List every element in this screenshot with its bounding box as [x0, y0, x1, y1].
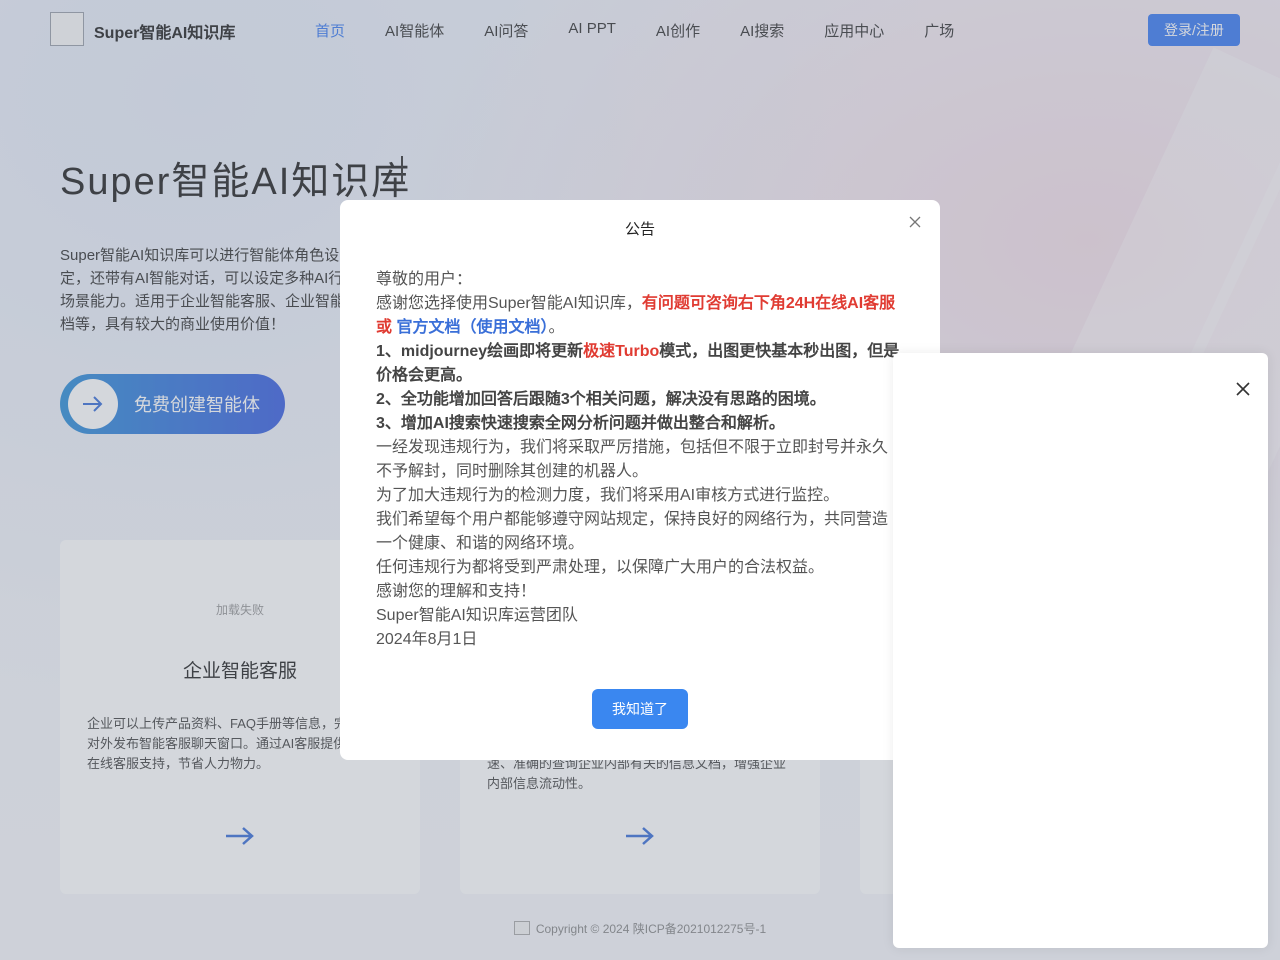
announcement-date: 2024年8月1日 — [376, 631, 478, 648]
line-text: 感谢您选择使用Super智能AI知识库， — [376, 295, 642, 312]
close-icon[interactable] — [1233, 379, 1253, 399]
announcement-modal: 公告 尊敬的用户： 感谢您选择使用Super智能AI知识库，有问题可咨询右下角2… — [340, 200, 940, 760]
update-item-2: 2、全功能增加回答后跟随3个相关问题，解决没有思路的困境。 — [376, 391, 826, 408]
or-text: 或 — [376, 319, 393, 336]
line-end: 。 — [548, 319, 565, 336]
modal-body: 尊敬的用户： 感谢您选择使用Super智能AI知识库，有问题可咨询右下角24H在… — [376, 268, 900, 652]
official-docs-link[interactable]: 官方文档（使用文档） — [396, 319, 548, 336]
chat-side-panel — [893, 353, 1268, 948]
update-item-3: 3、增加AI搜索快速搜索全网分析问题并做出整合和解析。 — [376, 415, 785, 432]
signature: Super智能AI知识库运营团队 — [376, 607, 578, 624]
close-icon[interactable] — [905, 212, 925, 232]
greeting: 尊敬的用户： — [376, 271, 473, 288]
policy-paragraph: 为了加大违规行为的检测力度，我们将采用AI审核方式进行监控。 — [376, 487, 840, 504]
turbo-highlight: 极速Turbo — [583, 343, 660, 360]
thanks-text: 感谢您的理解和支持！ — [376, 583, 537, 600]
announcement-line: 感谢您选择使用Super智能AI知识库，有问题可咨询右下角24H在线AI客服 或… — [376, 292, 900, 340]
acknowledge-button[interactable]: 我知道了 — [592, 689, 688, 729]
update-item-1: 1、midjourney绘画即将更新极速Turbo模式，出图更快基本秒出图，但是… — [376, 343, 900, 384]
policy-paragraph: 一经发现违规行为，我们将采取严厉措施，包括但不限于立即封号并永久不予解封，同时删… — [376, 439, 889, 480]
policy-paragraph: 任何违规行为都将受到严肃处理，以保障广大用户的合法权益。 — [376, 559, 825, 576]
modal-title: 公告 — [624, 221, 655, 238]
policy-paragraph: 我们希望每个用户都能够遵守网站规定，保持良好的网络行为，共同营造一个健康、和谐的… — [376, 511, 889, 552]
support-highlight: 有问题可咨询右下角24H在线AI客服 — [641, 295, 896, 312]
